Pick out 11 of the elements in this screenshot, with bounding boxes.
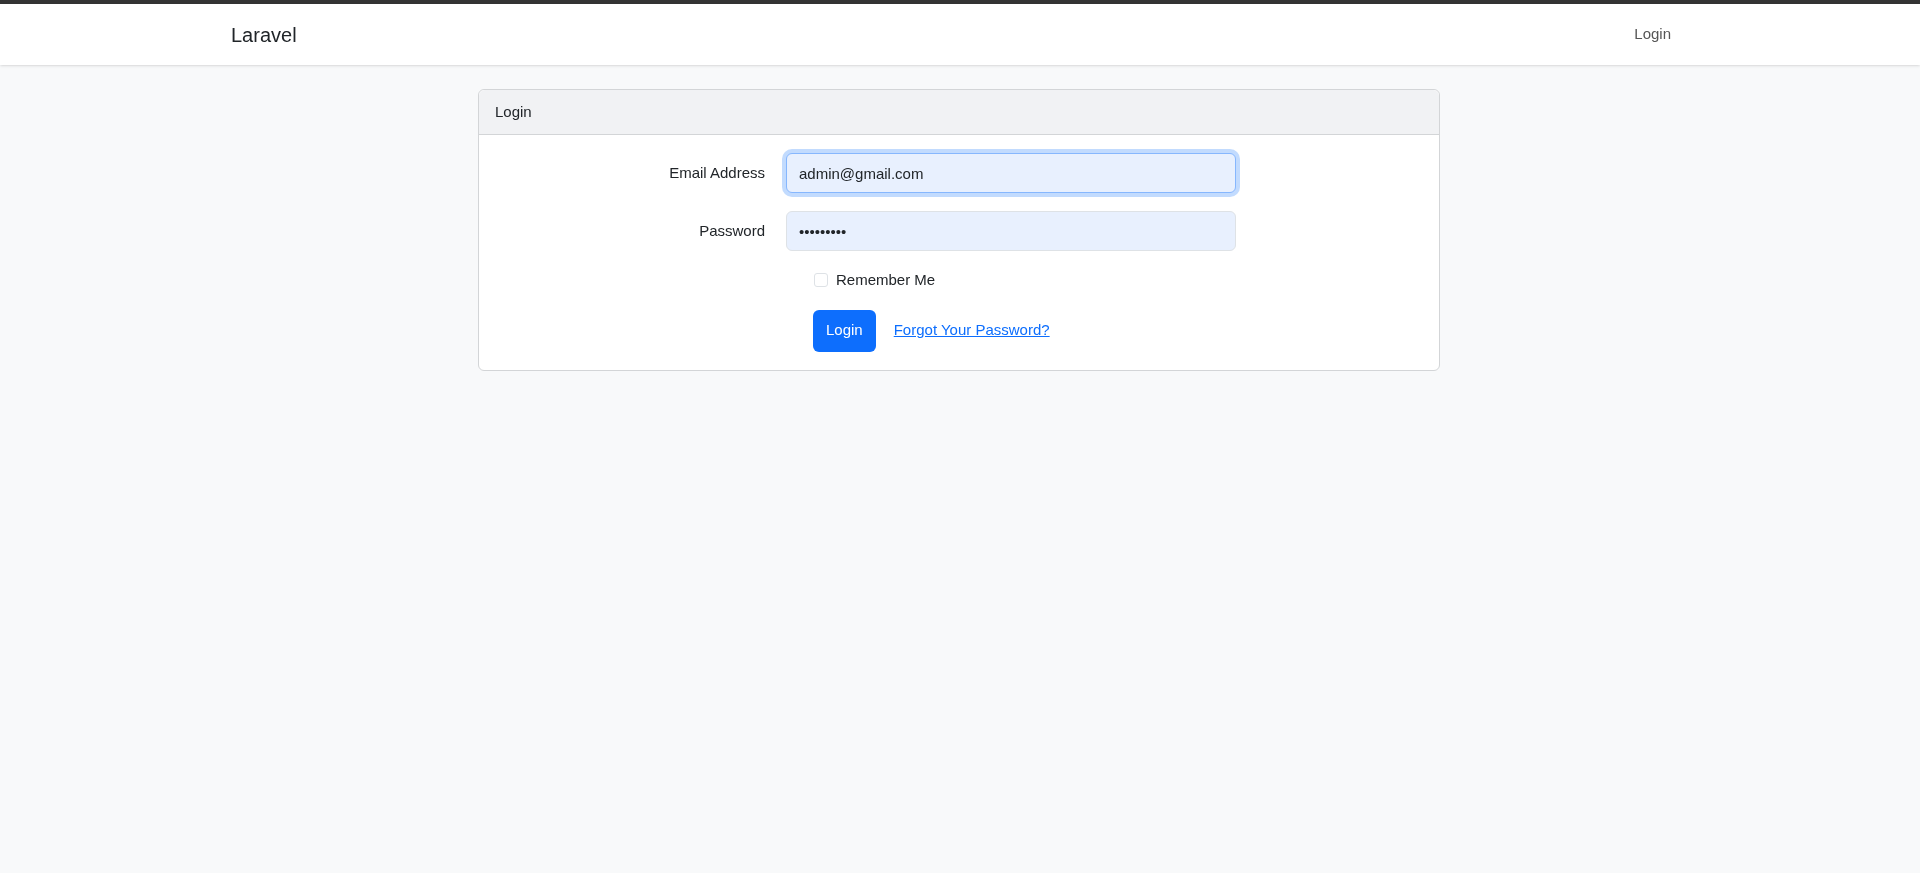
remember-checkbox[interactable] [814,273,828,288]
login-button[interactable]: Login [813,309,876,352]
card-title: Login [495,101,532,122]
nav-link[interactable]: Login [1634,23,1671,46]
forgot-password-link[interactable]: Forgot Your Password? [893,319,1050,342]
email-field[interactable]: admin@gmail.com [786,153,1236,193]
field-label: Password [699,220,765,241]
brand-link[interactable]: Laravel [231,19,297,50]
field-label: Email Address [669,162,765,183]
remember-label[interactable]: Remember Me [836,269,936,292]
password-field[interactable]: ••••••••• [786,211,1236,251]
